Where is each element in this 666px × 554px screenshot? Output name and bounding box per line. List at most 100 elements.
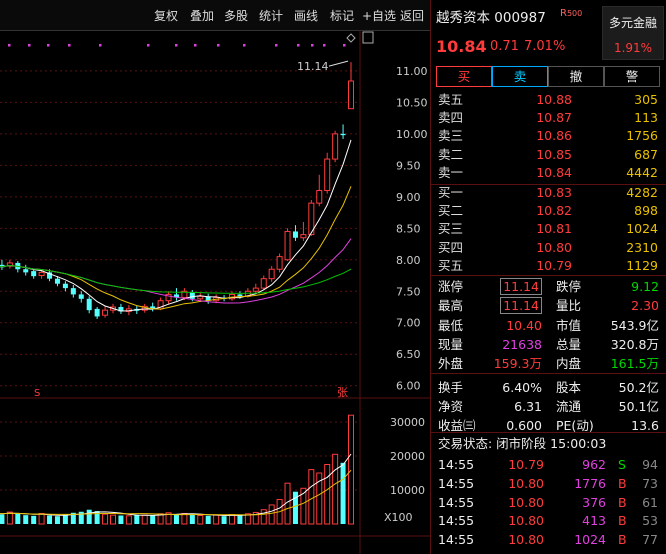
bid-price: 10.82 xyxy=(536,203,572,219)
panel-toggle-icon[interactable] xyxy=(362,31,374,44)
price-change: 0.71 xyxy=(490,39,519,54)
volume-bar xyxy=(94,511,100,524)
volume-bar xyxy=(237,515,243,524)
toolbar-item[interactable]: 叠加 xyxy=(190,7,214,24)
toolbar-item[interactable]: +自选 xyxy=(362,7,396,24)
candle-body xyxy=(316,190,323,204)
candle xyxy=(141,303,148,313)
stat-label: 流通 xyxy=(556,398,582,414)
volume-ma-5-line xyxy=(0,453,352,517)
kline-chart[interactable]: 11.00 10.50 10.00 9.50 9.00 8.50 8.00 7.50 7.00 6… xyxy=(0,30,430,554)
trade-vol: 413 xyxy=(582,513,606,529)
event-dot xyxy=(147,44,150,47)
price-tick-label: 6.50 xyxy=(396,348,421,361)
ask-price: 10.84 xyxy=(536,164,572,180)
ask-row[interactable]: 卖五 10.88 305 xyxy=(430,91,666,109)
toolbar-item[interactable]: 返回 xyxy=(400,7,424,24)
alert-button[interactable]: 警 xyxy=(604,66,660,87)
candle xyxy=(102,306,109,318)
toolbar-item[interactable]: 复权 xyxy=(154,7,178,24)
bid-label: 买五 xyxy=(438,257,464,273)
candle xyxy=(94,307,100,319)
candle-body xyxy=(252,287,259,292)
bid-label: 买一 xyxy=(438,185,464,200)
bid-row[interactable]: 买二 10.82 898 xyxy=(430,202,666,220)
stat-row: 涨停 11.14 跌停 9.12 xyxy=(430,277,666,296)
order-book: 卖五 10.88 305 卖四 10.87 113 卖三 10.86 1756 卖二 10.85 68… xyxy=(430,91,666,275)
ask-volume: 1756 xyxy=(626,128,658,144)
divider xyxy=(430,432,666,433)
stat-value: 50.1亿 xyxy=(618,398,659,414)
toolbar-item[interactable]: 统计 xyxy=(259,7,283,24)
volume-bar xyxy=(62,514,68,524)
price-tick-label: 8.50 xyxy=(396,222,421,235)
marker-s: S xyxy=(34,388,40,399)
event-dot xyxy=(68,44,71,47)
event-dot xyxy=(311,44,314,47)
volume-bar xyxy=(118,515,124,524)
bid-row[interactable]: 买四 10.80 2310 xyxy=(430,239,666,257)
ask-price: 10.88 xyxy=(536,92,572,107)
event-markers xyxy=(8,44,346,47)
trade-time: 14:55 xyxy=(438,457,475,472)
stat-label: 净资 xyxy=(438,398,464,414)
trade-count: 94 xyxy=(642,457,658,472)
stat-value: 11.14 xyxy=(500,278,542,295)
candle xyxy=(70,284,76,298)
stat-value: 161.5万 xyxy=(610,356,659,372)
related-sector[interactable]: 多元金融 1.91% xyxy=(602,6,664,60)
volume-bar xyxy=(213,514,220,525)
event-dot xyxy=(297,44,300,47)
ma-60-line xyxy=(0,264,352,294)
volume-bar xyxy=(47,515,53,524)
diamond-icon xyxy=(346,33,356,43)
candle-body xyxy=(340,133,346,136)
candle xyxy=(165,291,172,304)
ask-row[interactable]: 卖三 10.86 1756 xyxy=(430,127,666,145)
price-tick-label: 9.00 xyxy=(396,191,421,204)
bid-label: 买四 xyxy=(438,239,464,255)
ask-label: 卖二 xyxy=(438,146,464,162)
trade-status-text: 交易状态: 闭市阶段 15:00:03 xyxy=(438,436,607,451)
bid-row[interactable]: 买五 10.79 1129 xyxy=(430,257,666,275)
trade-status: 交易状态: 闭市阶段 15:00:03 xyxy=(430,434,666,454)
trade-time: 14:55 xyxy=(438,513,475,529)
candle-body xyxy=(86,298,92,311)
sell-button[interactable]: 卖 xyxy=(492,66,548,87)
stat-label: 涨停 xyxy=(438,279,464,294)
stat-value: 50.2亿 xyxy=(618,379,659,395)
event-dot xyxy=(194,44,197,47)
volume-bar xyxy=(15,513,21,524)
candle xyxy=(348,62,354,110)
candle-body xyxy=(324,158,331,192)
volume-bar xyxy=(102,513,109,525)
toolbar-item[interactable]: 标记 xyxy=(330,7,354,24)
bid-row[interactable]: 买一 10.83 4282 xyxy=(430,184,666,202)
toolbar-item[interactable]: 画线 xyxy=(294,7,318,24)
stat-label: 内盘 xyxy=(556,356,582,372)
candle xyxy=(150,302,156,312)
ask-row[interactable]: 卖四 10.87 113 xyxy=(430,109,666,127)
bid-row[interactable]: 买三 10.81 1024 xyxy=(430,220,666,238)
trade-vol: 1776 xyxy=(574,475,606,491)
trade-list: 14:55 10.79 962 S 94 14:55 10.80 1776 B 73 14:55 10… xyxy=(430,456,666,554)
volume-bar xyxy=(150,515,156,524)
stat-label: 市值 xyxy=(556,317,582,333)
cancel-button[interactable]: 撤 xyxy=(548,66,604,87)
volume-ma-10-line xyxy=(0,469,352,516)
volume-bar xyxy=(348,414,354,525)
volume-tick-label: 30000 xyxy=(390,416,425,429)
ask-row[interactable]: 卖二 10.85 687 xyxy=(430,146,666,164)
stat-label: 最高 xyxy=(438,298,464,314)
candle xyxy=(0,259,5,270)
buy-button[interactable]: 买 xyxy=(436,66,492,87)
volume-bar xyxy=(260,509,267,525)
candle-body xyxy=(197,295,204,300)
high-marker-arrow xyxy=(328,60,349,67)
stat-label: 换手 xyxy=(438,379,464,395)
ask-row[interactable]: 卖一 10.84 4442 xyxy=(430,164,666,182)
volume-bar xyxy=(125,515,132,525)
stat-value: 10.40 xyxy=(506,317,542,333)
toolbar-item[interactable]: 多股 xyxy=(224,7,248,24)
volume-tick-label: 10000 xyxy=(390,484,425,497)
